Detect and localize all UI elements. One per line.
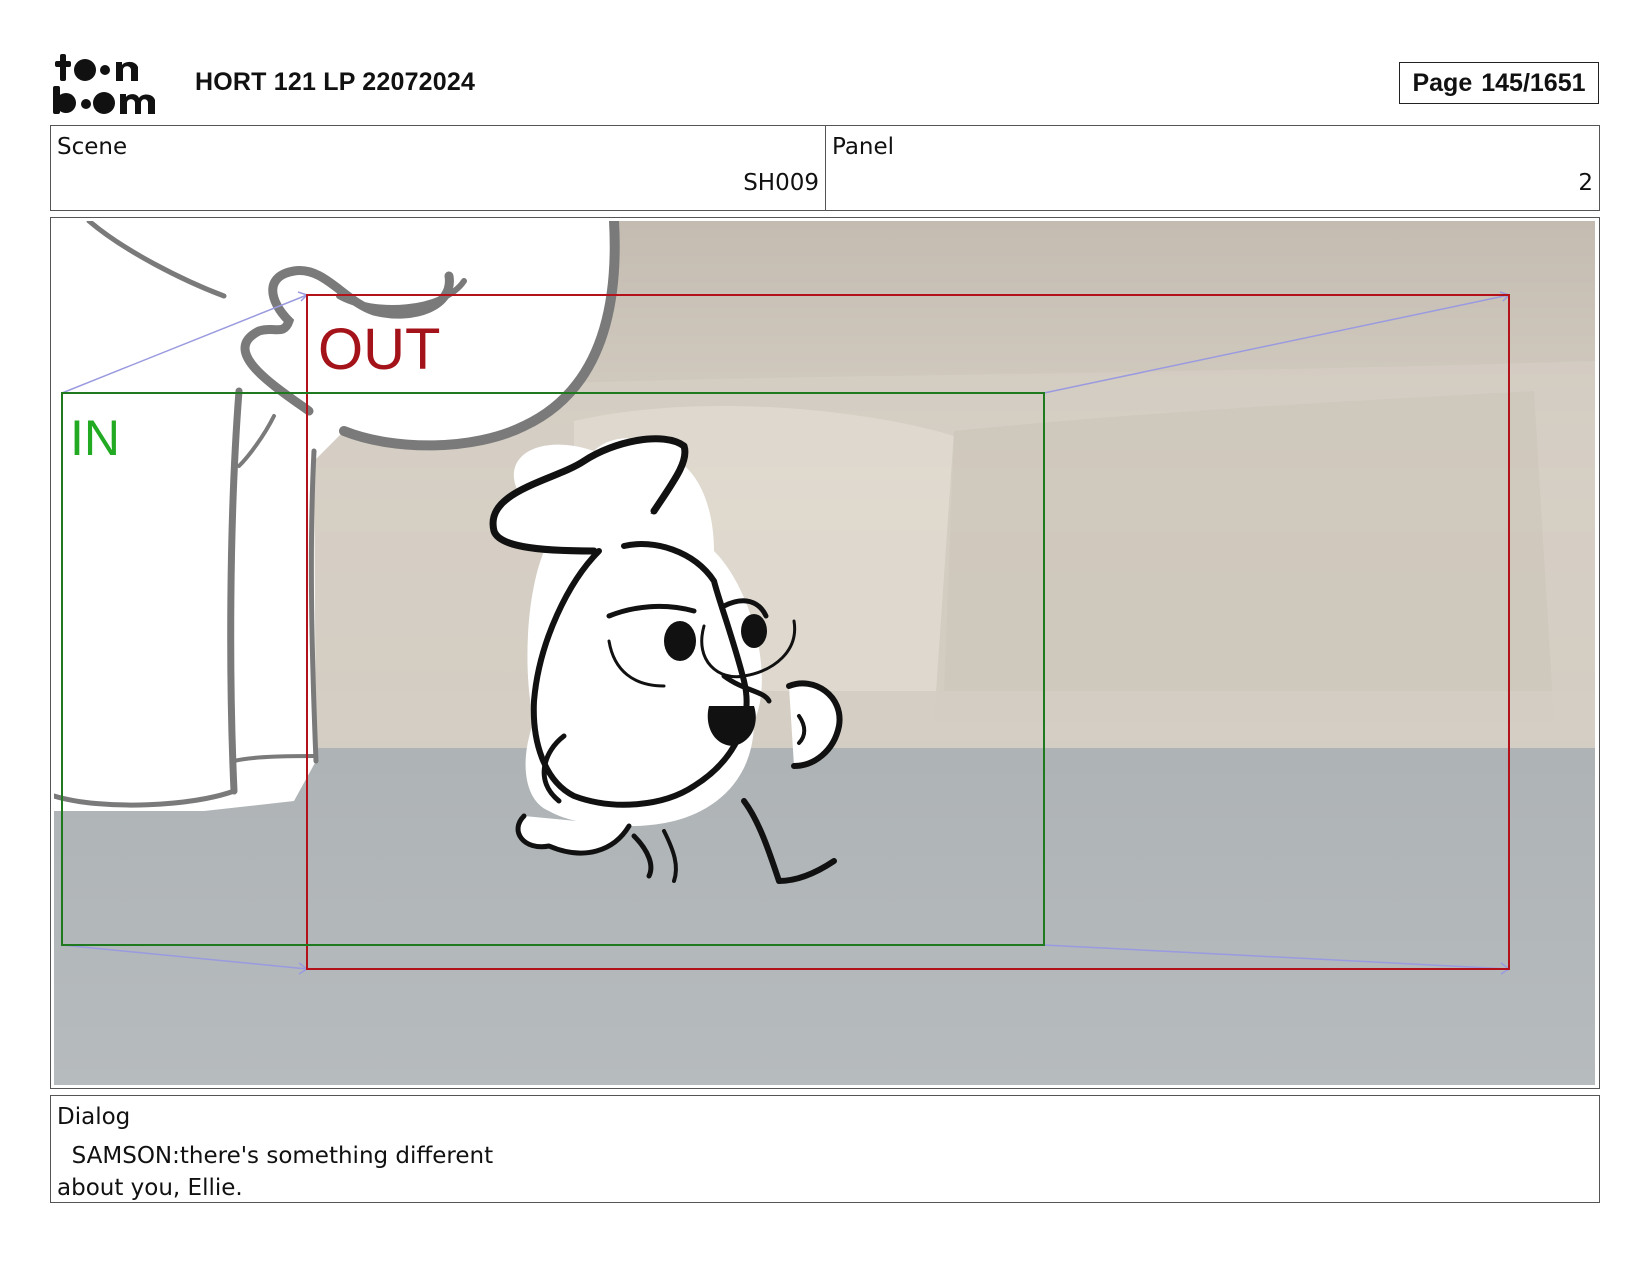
- toon-boom-logo: [53, 54, 155, 114]
- sofa-cushion-shadow: [934, 391, 1554, 721]
- camera-out-label: OUT: [318, 317, 440, 382]
- sofa-seat: [304, 691, 1595, 751]
- panel-label: Panel: [832, 134, 895, 160]
- camera-in-label: IN: [70, 410, 120, 466]
- dialog-label: Dialog: [57, 1104, 131, 1130]
- storyboard-drawing: OUT IN: [54, 221, 1595, 1085]
- scene-value: SH009: [743, 170, 819, 196]
- scene-label: Scene: [57, 134, 128, 160]
- panel-cell: Panel 2: [826, 126, 1599, 210]
- dialog-box: Dialog SAMSON:there's something differen…: [50, 1095, 1600, 1203]
- panel-value: 2: [1578, 170, 1593, 196]
- scene-panel-row: Scene SH009 Panel 2: [50, 125, 1600, 211]
- page-label: Page: [1412, 68, 1473, 97]
- page-number: 145/1651: [1481, 68, 1586, 97]
- scene-cell: Scene SH009: [51, 126, 826, 210]
- project-title: HORT 121 LP 22072024: [195, 68, 476, 96]
- storyboard-panel-frame: OUT IN: [50, 217, 1600, 1089]
- dialog-text: SAMSON:there's something different about…: [57, 1143, 494, 1201]
- page-indicator: Page 145/1651: [1399, 62, 1599, 104]
